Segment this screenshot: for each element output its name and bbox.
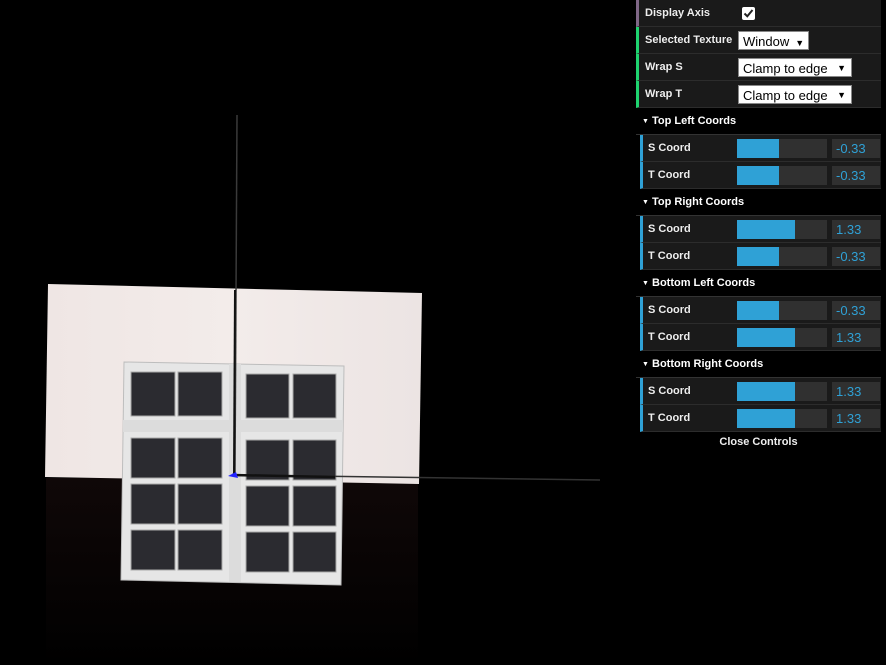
triangle-down-icon: ▼	[642, 199, 649, 206]
window-pane	[292, 373, 337, 419]
window-pane	[177, 483, 223, 525]
t-coord-value-input[interactable]: -0.33	[832, 166, 880, 185]
s-coord-value-input[interactable]: 1.33	[832, 382, 880, 401]
selected-texture-select[interactable]: Window ▼	[738, 31, 810, 50]
window-pane	[245, 373, 290, 419]
t-coord-label: T Coord	[648, 169, 691, 181]
check-icon	[743, 9, 754, 18]
window-pane	[177, 437, 223, 479]
s-coord-label: S Coord	[648, 142, 691, 154]
s-coord-label: S Coord	[648, 385, 691, 397]
controls-panel: Display Axis Selected Texture Window ▼ Wr…	[636, 0, 881, 452]
close-controls-button[interactable]: Close Controls	[636, 432, 881, 452]
s-coord-slider[interactable]	[737, 139, 827, 158]
s-coord-row: S Coord -0.33	[640, 297, 881, 324]
t-coord-label: T Coord	[648, 250, 691, 262]
t-coord-label: T Coord	[648, 331, 691, 343]
t-coord-row: T Coord 1.33	[640, 405, 881, 432]
t-coord-value-input[interactable]: -0.33	[832, 247, 880, 266]
slider-fill	[737, 166, 780, 185]
window-pane	[177, 371, 223, 417]
wrap-s-value: Clamp to edge	[743, 61, 828, 76]
dropdown-arrow-icon: ▼	[837, 90, 846, 100]
s-coord-slider[interactable]	[737, 382, 827, 401]
triangle-down-icon: ▼	[642, 361, 649, 368]
s-coord-label: S Coord	[648, 304, 691, 316]
folder-title-label: Top Right Coords	[652, 196, 745, 208]
wrap-s-select[interactable]: Clamp to edge ▼	[738, 58, 852, 77]
wrap-t-value: Clamp to edge	[743, 88, 828, 103]
window-pane	[245, 531, 290, 573]
s-coord-slider[interactable]	[737, 301, 827, 320]
wrap-t-label: Wrap T	[645, 88, 683, 100]
window-transom	[123, 420, 343, 432]
slider-fill	[737, 382, 795, 401]
t-coord-slider[interactable]	[737, 247, 827, 266]
wrap-s-row: Wrap S Clamp to edge ▼	[636, 54, 881, 81]
window-pane	[292, 531, 337, 573]
folder-title[interactable]: ▼ Top Right Coords	[636, 189, 881, 216]
t-coord-slider[interactable]	[737, 409, 827, 428]
window-pane	[292, 485, 337, 527]
folder-title[interactable]: ▼ Bottom Left Coords	[636, 270, 881, 297]
window-pane	[292, 439, 337, 481]
slider-fill	[737, 301, 780, 320]
wrap-t-row: Wrap T Clamp to edge ▼	[636, 81, 881, 108]
coords-folders: ▼ Top Left Coords S Coord -0.33 T Coord -0.33…	[636, 108, 881, 432]
window-pane	[130, 483, 176, 525]
folder-title-label: Top Left Coords	[652, 115, 737, 127]
window-pane	[130, 437, 176, 479]
t-coord-row: T Coord -0.33	[640, 243, 881, 270]
display-axis-checkbox[interactable]	[742, 7, 755, 20]
axis-y-front	[233, 289, 236, 476]
s-coord-row: S Coord 1.33	[640, 216, 881, 243]
selected-texture-value: Window	[743, 34, 790, 49]
slider-fill	[737, 247, 780, 266]
slider-fill	[737, 139, 780, 158]
t-coord-value-input[interactable]: 1.33	[832, 409, 880, 428]
slider-fill	[737, 409, 795, 428]
s-coord-value-input[interactable]: 1.33	[832, 220, 880, 239]
s-coord-slider[interactable]	[737, 220, 827, 239]
selected-texture-row: Selected Texture Window ▼	[636, 27, 881, 54]
s-coord-value-input[interactable]: -0.33	[832, 139, 880, 158]
folder-title[interactable]: ▼ Bottom Right Coords	[636, 351, 881, 378]
slider-fill	[737, 220, 795, 239]
triangle-down-icon: ▼	[642, 280, 649, 287]
slider-fill	[737, 328, 795, 347]
dropdown-arrow-icon: ▼	[795, 38, 805, 48]
t-coord-row: T Coord 1.33	[640, 324, 881, 351]
t-coord-row: T Coord -0.33	[640, 162, 881, 189]
folder-title-label: Bottom Left Coords	[652, 277, 756, 289]
t-coord-slider[interactable]	[737, 166, 827, 185]
s-coord-value-input[interactable]: -0.33	[832, 301, 880, 320]
s-coord-row: S Coord 1.33	[640, 378, 881, 405]
window-pane	[130, 529, 176, 571]
t-coord-label: T Coord	[648, 412, 691, 424]
folder-title[interactable]: ▼ Top Left Coords	[636, 108, 881, 135]
t-coord-slider[interactable]	[737, 328, 827, 347]
window-pane	[130, 371, 176, 417]
dropdown-arrow-icon: ▼	[837, 63, 846, 73]
s-coord-label: S Coord	[648, 223, 691, 235]
wrap-t-select[interactable]: Clamp to edge ▼	[738, 85, 852, 104]
wrap-s-label: Wrap S	[645, 61, 683, 73]
window-pane	[245, 439, 290, 481]
folder-title-label: Bottom Right Coords	[652, 358, 764, 370]
display-axis-label: Display Axis	[645, 7, 711, 19]
window-pane	[245, 485, 290, 527]
t-coord-value-input[interactable]: 1.33	[832, 328, 880, 347]
triangle-down-icon: ▼	[642, 118, 649, 125]
selected-texture-label: Selected Texture	[645, 34, 733, 46]
display-axis-row[interactable]: Display Axis	[636, 0, 881, 27]
s-coord-row: S Coord -0.33	[640, 135, 881, 162]
window-pane	[177, 529, 223, 571]
